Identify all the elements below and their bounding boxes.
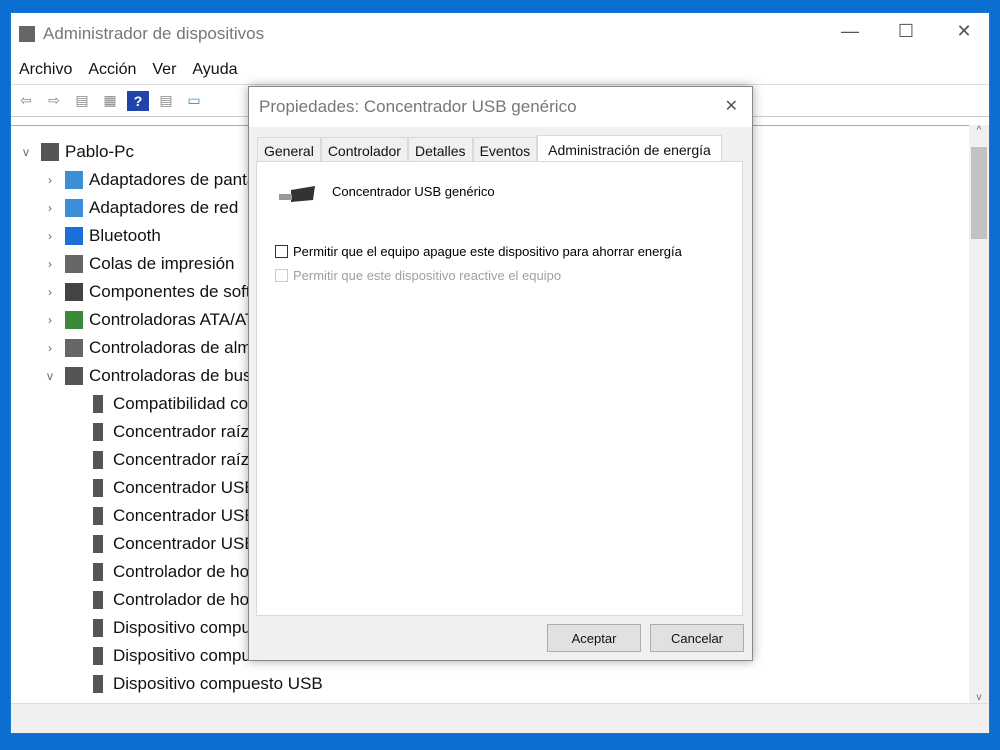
checkbox-box[interactable] <box>275 245 288 258</box>
dialog-close-button[interactable]: ✕ <box>725 96 738 116</box>
tree-item-label: Colas de impresión <box>89 254 235 273</box>
device-icon <box>65 227 83 245</box>
tree-item-label: Adaptadores de red <box>89 198 239 217</box>
title-bar: Administrador de dispositivos — ☐ ✕ <box>11 13 989 55</box>
tree-item-label: Bluetooth <box>89 226 161 245</box>
device-icon <box>65 283 83 301</box>
device-icon <box>65 367 83 385</box>
scrollbar-thumb[interactable] <box>971 147 987 239</box>
tree-item-label: Adaptadores de pantalla <box>89 170 274 189</box>
device-icon <box>93 647 103 665</box>
device-name: Concentrador USB genérico <box>332 184 495 199</box>
device-icon <box>93 563 103 581</box>
dialog-title-bar: Propiedades: Concentrador USB genérico ✕ <box>249 87 752 127</box>
device-icon <box>65 311 83 329</box>
close-button[interactable]: ✕ <box>941 21 987 42</box>
expand-chevron-icon[interactable]: › <box>41 201 59 215</box>
device-icon <box>93 535 103 553</box>
allow-power-off-label: Permitir que el equipo apague este dispo… <box>293 244 682 259</box>
device-icon <box>65 339 83 357</box>
dialog-title: Propiedades: Concentrador USB genérico <box>259 97 577 116</box>
device-icon <box>93 423 103 441</box>
device-icon <box>65 255 83 273</box>
usb-plug-icon <box>279 186 315 202</box>
allow-wake-checkbox: Permitir que este dispositivo reactive e… <box>275 268 561 283</box>
tree-root[interactable]: v Pablo-Pc <box>17 138 134 166</box>
status-bar <box>11 703 989 733</box>
tree-item-label: Controlador de host <box>113 590 263 609</box>
menu-ayuda[interactable]: Ayuda <box>184 61 245 79</box>
tree-device[interactable]: Dispositivo compuesto USB <box>65 670 323 698</box>
tree-device[interactable]: Controlador de host <box>65 586 262 614</box>
device-icon <box>65 171 83 189</box>
show-hide-console-icon[interactable]: ▤ <box>71 91 93 111</box>
back-icon[interactable]: ⇦ <box>15 91 37 111</box>
tab-controlador[interactable]: Controlador <box>320 137 408 163</box>
expand-chevron-icon[interactable]: › <box>41 257 59 271</box>
power-management-panel: Concentrador USB genérico Permitir que e… <box>256 161 743 616</box>
device-icon <box>93 507 103 525</box>
expand-chevron-icon[interactable]: › <box>41 313 59 327</box>
device-icon <box>93 675 103 693</box>
collapse-chevron-icon[interactable]: v <box>41 369 59 383</box>
action-pane-icon[interactable]: ▤ <box>155 91 177 111</box>
tab-bar: General Controlador Detalles Eventos Adm… <box>257 135 722 163</box>
tab-eventos[interactable]: Eventos <box>472 137 538 163</box>
tree-item-label: Controlador de host <box>113 562 263 581</box>
device-icon <box>93 619 103 637</box>
properties-dialog: Propiedades: Concentrador USB genérico ✕… <box>248 86 753 661</box>
tree-category[interactable]: › Adaptadores de pantalla <box>41 166 273 194</box>
tree-category[interactable]: › Colas de impresión <box>41 250 235 278</box>
menu-accion[interactable]: Acción <box>80 61 144 79</box>
expand-chevron-icon[interactable]: › <box>41 341 59 355</box>
help-icon[interactable]: ? <box>127 90 149 111</box>
menu-archivo[interactable]: Archivo <box>11 61 80 79</box>
tree-device[interactable]: Controlador de host <box>65 558 262 586</box>
maximize-button[interactable]: ☐ <box>883 21 929 42</box>
tree-item-label: Pablo-Pc <box>65 142 134 161</box>
tab-detalles[interactable]: Detalles <box>407 137 473 163</box>
forward-icon[interactable]: ⇨ <box>43 91 65 111</box>
collapse-chevron-icon[interactable]: v <box>17 145 35 159</box>
device-icon <box>93 479 103 497</box>
ok-button[interactable]: Aceptar <box>547 624 641 652</box>
cancel-button[interactable]: Cancelar <box>650 624 744 652</box>
vertical-scrollbar[interactable]: ^ v <box>969 125 989 705</box>
window-title: Administrador de dispositivos <box>43 24 265 43</box>
menu-bar: Archivo Acción Ver Ayuda <box>11 55 989 85</box>
checkbox-box <box>275 269 288 282</box>
device-icon <box>93 591 103 609</box>
device-icon <box>93 395 103 413</box>
device-manager-icon <box>19 26 35 42</box>
expand-chevron-icon[interactable]: › <box>41 229 59 243</box>
expand-chevron-icon[interactable]: › <box>41 285 59 299</box>
tab-administracion-energia[interactable]: Administración de energía <box>537 135 722 163</box>
allow-power-off-checkbox[interactable]: Permitir que el equipo apague este dispo… <box>275 244 682 259</box>
tree-item-label: Dispositivo compuesto USB <box>113 674 323 693</box>
device-icon <box>65 199 83 217</box>
allow-wake-label: Permitir que este dispositivo reactive e… <box>293 268 562 283</box>
properties-icon[interactable]: ▦ <box>99 91 121 111</box>
minimize-button[interactable]: — <box>827 21 873 42</box>
tree-category[interactable]: › Adaptadores de red <box>41 194 238 222</box>
expand-chevron-icon[interactable]: › <box>41 173 59 187</box>
scan-hardware-icon[interactable]: ▭ <box>183 91 205 111</box>
device-icon <box>93 451 103 469</box>
tree-category[interactable]: › Bluetooth <box>41 222 161 250</box>
menu-ver[interactable]: Ver <box>144 61 184 79</box>
tab-general[interactable]: General <box>257 137 321 163</box>
device-icon <box>41 143 59 161</box>
